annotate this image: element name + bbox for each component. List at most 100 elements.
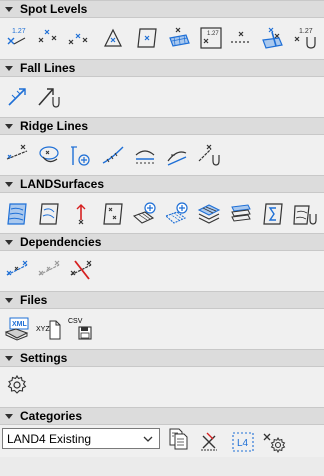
- ridge-line-tool-button[interactable]: [4, 142, 30, 168]
- landsurface-connect-tool-button[interactable]: [292, 201, 318, 227]
- fall-line-connect-icon: [38, 88, 60, 108]
- landsurface-sum-tool-button[interactable]: [260, 201, 286, 227]
- dependencies-toolbar: [0, 253, 324, 287]
- landsurface-add-points-tool-button[interactable]: [164, 201, 190, 227]
- panel-footer: [0, 457, 324, 476]
- landsurface-layer-tool-button[interactable]: [196, 201, 222, 227]
- import-xml-tool-button[interactable]: XML: [4, 316, 30, 342]
- spot-level-value-text: 1.27: [299, 28, 313, 35]
- spot-level-label-tool-button[interactable]: 1.27: [4, 25, 30, 51]
- spot-level-triangle-tool-button[interactable]: [100, 25, 126, 51]
- xml-text: XML: [12, 321, 28, 328]
- section-header-settings[interactable]: Settings: [0, 349, 324, 367]
- spot-level-series-tool-button[interactable]: [66, 25, 92, 51]
- ridge-line-connect-tool-button[interactable]: [196, 142, 222, 168]
- section-header-spot-levels[interactable]: Spot Levels: [0, 0, 324, 18]
- landsurface-points-tool-button[interactable]: [100, 201, 126, 227]
- fall-line-tool-button[interactable]: [4, 84, 30, 110]
- landsurface-connect-icon: [293, 205, 317, 225]
- landsurface-create-tool-button[interactable]: [4, 201, 30, 227]
- spot-level-multi-tool-button[interactable]: [36, 25, 62, 51]
- landsurface-stack-icon: [231, 204, 251, 222]
- landsurface-add-mesh-tool-button[interactable]: [132, 201, 158, 227]
- landsurface-points-icon: [103, 203, 123, 225]
- ridge-line-add-point-tool-button[interactable]: [68, 142, 94, 168]
- section-header-files[interactable]: Files: [0, 291, 324, 309]
- ridge-line-connect-icon: [198, 144, 220, 166]
- ridge-lines-toolbar: [0, 137, 324, 171]
- section-title-dependencies: Dependencies: [20, 235, 102, 249]
- category-select-value: LAND4 Existing: [7, 431, 92, 446]
- section-header-ridge-lines[interactable]: Ridge Lines: [0, 117, 324, 135]
- spot-level-label-icon: 1.27: [7, 28, 26, 45]
- collapse-caret-icon[interactable]: [5, 239, 13, 245]
- section-header-dependencies[interactable]: Dependencies: [0, 233, 324, 251]
- dependency-create-icon: [6, 260, 28, 276]
- layer-l4-icon: L4: [232, 432, 254, 452]
- spot-level-surface-grid-tool-button[interactable]: [166, 25, 192, 51]
- spot-levels-toolbar: 1.27 1.27 1.27: [0, 20, 324, 54]
- category-remove-point-tool-button[interactable]: [196, 429, 222, 455]
- landsurface-elevation-tool-button[interactable]: [68, 201, 94, 227]
- xyz-text: XYZ: [36, 326, 50, 333]
- ridge-line-profile-icon: [135, 150, 155, 164]
- fall-lines-toolbar: [0, 79, 324, 113]
- import-xyz-tool-button[interactable]: XYZ: [36, 316, 62, 342]
- landsurfaces-toolbar: [0, 195, 324, 229]
- spot-level-on-surface-icon: [137, 28, 157, 48]
- settings-toolbar: [0, 369, 324, 403]
- category-settings-tool-button[interactable]: [262, 429, 288, 455]
- collapse-caret-icon[interactable]: [5, 413, 13, 419]
- dependency-remove-tool-button[interactable]: [68, 256, 94, 282]
- collapse-caret-icon[interactable]: [5, 297, 13, 303]
- fall-line-icon: [8, 88, 26, 106]
- spot-level-on-surface-tool-button[interactable]: [134, 25, 160, 51]
- spot-level-update-icon: [262, 27, 283, 49]
- landsurface-add-mesh-icon: [132, 202, 156, 224]
- ridge-line-icon: [6, 144, 28, 160]
- ridge-line-curve-tool-button[interactable]: [100, 142, 126, 168]
- fall-line-connect-tool-button[interactable]: [36, 84, 62, 110]
- dependency-view-tool-button[interactable]: [36, 256, 62, 282]
- export-csv-tool-button[interactable]: CSV: [68, 316, 94, 342]
- spot-level-series-icon: [68, 33, 88, 45]
- spot-level-surface-grid-icon: [169, 27, 190, 47]
- land4-toolbox-panel: Spot Levels 1.27 1.27 1.27 Fall Lines Ri…: [0, 0, 324, 476]
- section-header-categories[interactable]: Categories: [0, 407, 324, 425]
- ridge-line-slope-tool-button[interactable]: [164, 142, 190, 168]
- spot-level-dashed-icon: [231, 31, 251, 43]
- gear-icon: [7, 374, 27, 394]
- category-select[interactable]: LAND4 Existing: [2, 428, 160, 449]
- collapse-caret-icon[interactable]: [5, 65, 13, 71]
- landsurface-elevation-icon: [76, 204, 86, 225]
- spot-level-dashed-tool-button[interactable]: [228, 25, 254, 51]
- ridge-line-loop-icon: [39, 146, 59, 163]
- section-header-landsurfaces[interactable]: LANDSurfaces: [0, 175, 324, 193]
- landsurface-contour-tool-button[interactable]: [36, 201, 62, 227]
- landsurface-stack-tool-button[interactable]: [228, 201, 254, 227]
- spot-level-triangle-icon: [104, 28, 122, 47]
- spot-level-connect-tool-button[interactable]: 1.27: [292, 25, 318, 51]
- export-csv-icon: CSV: [68, 318, 92, 340]
- import-xyz-icon: XYZ: [36, 320, 61, 340]
- dependency-remove-icon: [70, 260, 92, 280]
- collapse-caret-icon[interactable]: [5, 6, 13, 12]
- landsurface-add-points-icon: [164, 202, 188, 224]
- ridge-line-profile-tool-button[interactable]: [132, 142, 158, 168]
- import-xml-icon: XML: [4, 317, 29, 341]
- landsurface-contour-icon: [39, 203, 59, 225]
- section-header-fall-lines[interactable]: Fall Lines: [0, 59, 324, 77]
- section-title-files: Files: [20, 293, 48, 307]
- dependency-create-tool-button[interactable]: [4, 256, 30, 282]
- settings-tool-button[interactable]: [4, 372, 30, 398]
- collapse-caret-icon[interactable]: [5, 123, 13, 129]
- collapse-caret-icon[interactable]: [5, 355, 13, 361]
- spot-level-value-text: 1.27: [12, 28, 26, 35]
- spot-level-update-tool-button[interactable]: [260, 25, 286, 51]
- category-copy-tool-button[interactable]: [166, 426, 192, 452]
- collapse-caret-icon[interactable]: [5, 181, 13, 187]
- ridge-line-loop-tool-button[interactable]: [36, 142, 62, 168]
- files-toolbar: XML XYZ CSV: [0, 311, 324, 345]
- spot-level-frame-tool-button[interactable]: 1.27: [198, 25, 224, 51]
- category-layer-l4-tool-button[interactable]: L4: [230, 429, 256, 455]
